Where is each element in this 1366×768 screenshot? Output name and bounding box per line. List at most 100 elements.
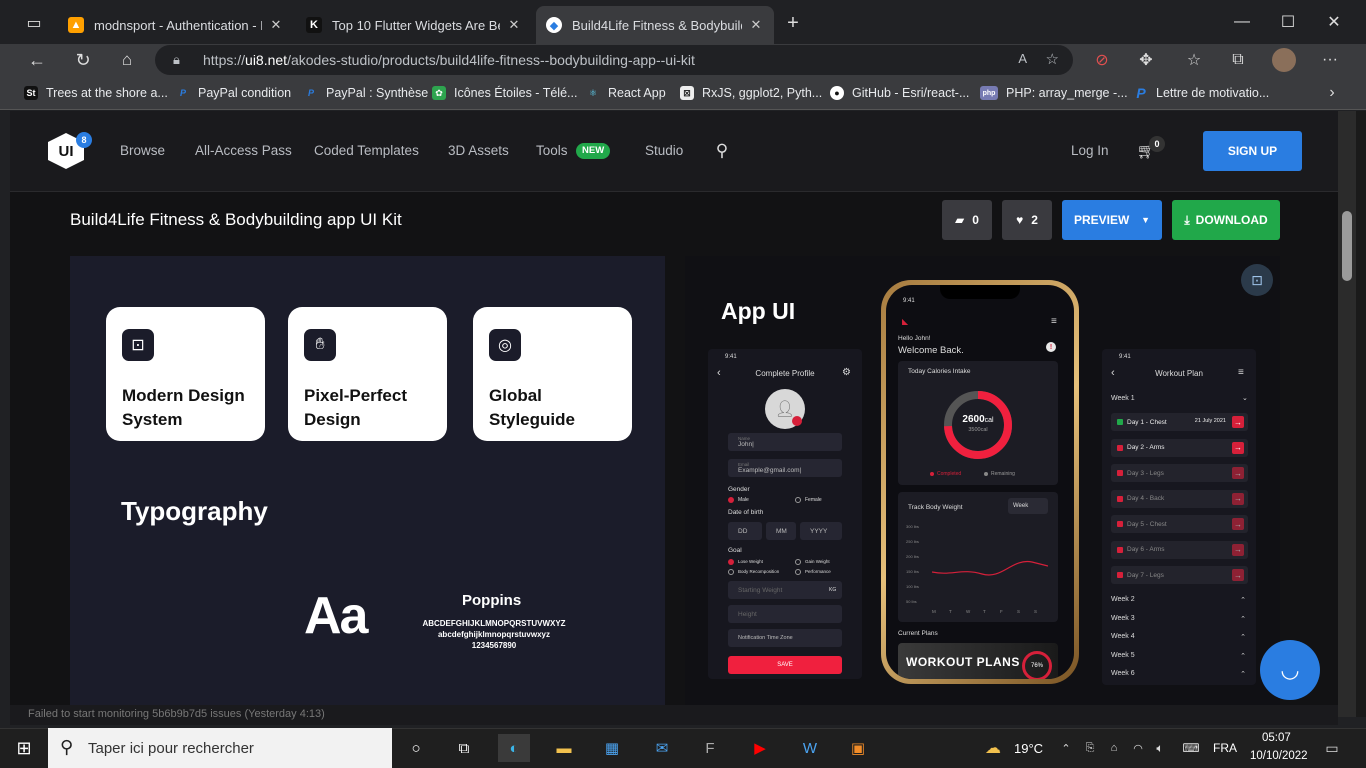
field-value: Example@gmail.com| (738, 467, 802, 474)
signup-button[interactable]: SIGN UP (1203, 131, 1302, 171)
like-button[interactable]: ♥ 2 (1002, 200, 1052, 240)
download-label: DOWNLOAD (1195, 213, 1268, 227)
blocked-icon[interactable]: ⊘ (1092, 50, 1112, 70)
dropdown-icon[interactable]: ▼ (1141, 215, 1150, 225)
tab-3-active[interactable]: ◆ Build4Life Fitness & Bodybuilding ✕ (536, 6, 774, 44)
preview-button[interactable]: PREVIEW ▼ (1062, 200, 1162, 240)
chat-icon[interactable]: ◡ (1260, 640, 1320, 700)
comments-button[interactable]: ▰ 0 (942, 200, 992, 240)
week-row: Week 3 ⌃ (1111, 615, 1248, 623)
bookmark-8[interactable]: php PHP: array_merge -... (980, 85, 1128, 101)
edge-icon[interactable]: ◐ (498, 734, 530, 762)
close-icon[interactable]: ✕ (506, 17, 522, 33)
week-select: Week (1008, 498, 1048, 514)
lbs-tick: 200 lbs (906, 554, 919, 559)
wifi-icon[interactable]: ◠ (1130, 740, 1146, 756)
tab-title: Top 10 Flutter Widgets Are Best (332, 17, 500, 33)
bookmark-2[interactable]: P PayPal condition (176, 85, 291, 101)
nav-browse[interactable]: Browse (120, 143, 165, 158)
nav-coded-templates[interactable]: Coded Templates (314, 143, 419, 158)
screen-title: Workout Plan (1155, 369, 1203, 378)
read-aloud-icon[interactable]: A (1018, 51, 1027, 66)
cortana-icon[interactable]: ○ (400, 734, 432, 762)
tab-2[interactable]: K Top 10 Flutter Widgets Are Best ✕ (296, 6, 532, 44)
store-icon[interactable]: ▦ (596, 734, 628, 762)
back-icon[interactable]: ← (26, 50, 48, 70)
close-icon[interactable]: ✕ (268, 17, 284, 33)
bookmark-7[interactable]: ● GitHub - Esri/react-... (830, 85, 969, 101)
close-window-icon[interactable]: ✕ (1324, 12, 1344, 32)
weather-icon[interactable]: ☁ (980, 738, 1006, 758)
nav-studio[interactable]: Studio (645, 143, 683, 158)
minimize-icon[interactable]: — (1232, 12, 1252, 32)
likes-count: 2 (1031, 213, 1038, 227)
youtube-icon[interactable]: ▶ (744, 734, 776, 762)
more-icon[interactable]: ··· (1320, 50, 1340, 70)
calories-card: Today Calories Intake 2600cal 3500cal Co… (898, 361, 1058, 485)
bookmark-4[interactable]: ✿ Icônes Étoiles - Télé... (432, 85, 577, 101)
file-explorer-icon[interactable]: ▬ (548, 734, 580, 762)
preview-label: PREVIEW (1074, 213, 1130, 227)
tray-icon[interactable]: ⎘ (1082, 740, 1098, 756)
app-w-icon[interactable]: W (794, 734, 826, 762)
download-button[interactable]: ⤓ DOWNLOAD (1172, 200, 1280, 240)
task-view-icon[interactable]: ⧉ (448, 734, 480, 762)
nav-3d-assets[interactable]: 3D Assets (448, 143, 509, 158)
gender-label: Gender (728, 486, 750, 493)
search-icon: ⚲ (60, 737, 74, 757)
paypal-icon: P (179, 88, 186, 98)
chevron-up-icon[interactable]: ⌃ (1058, 740, 1074, 756)
bookmark-label: RxJS, ggplot2, Pyth... (702, 86, 823, 100)
visual-search-icon[interactable]: ⊡ (1241, 264, 1273, 296)
bookmark-label: Lettre de motivatio... (1156, 86, 1270, 100)
favorites-icon[interactable]: ☆ (1184, 50, 1204, 70)
windows-start-icon[interactable]: ⊞ (8, 734, 40, 762)
new-tab-icon[interactable]: + (782, 12, 804, 34)
workout-day-row: Day 2 - Arms → (1111, 438, 1248, 457)
dd-select: DD (728, 522, 762, 540)
yyyy-select: YYYY (800, 522, 842, 540)
clock-date[interactable]: 10/10/2022 (1250, 750, 1308, 762)
scrollbar-thumb[interactable] (1342, 211, 1352, 281)
bookmark-9[interactable]: P Lettre de motivatio... (1134, 85, 1269, 101)
clock-time[interactable]: 05:07 (1262, 732, 1291, 744)
chevron-down-icon: ⌄ (1242, 395, 1248, 402)
maximize-icon[interactable]: ☐ (1278, 12, 1298, 32)
close-icon[interactable]: ✕ (748, 17, 764, 33)
login-link[interactable]: Log In (1071, 143, 1109, 158)
banner-progress: 76% (1022, 651, 1052, 679)
extensions-icon[interactable]: ✥ (1136, 50, 1156, 70)
mail-icon[interactable]: ✉ (646, 734, 678, 762)
chevron-right-icon[interactable]: › (1324, 84, 1340, 102)
taskbar-search[interactable]: ⚲ Taper ici pour rechercher (48, 728, 392, 768)
status-time: 9:41 (903, 298, 915, 304)
address-bar[interactable]: 🔒︎ https://ui8.net/akodes-studio/product… (155, 45, 1073, 75)
avatar[interactable] (1272, 48, 1296, 72)
refresh-icon[interactable]: ↻ (72, 50, 94, 70)
tab-actions-icon[interactable]: ▭ (24, 14, 44, 32)
day-tick: T (983, 609, 986, 614)
volume-icon[interactable]: 🔈︎ (1152, 740, 1168, 756)
home-icon[interactable]: ⌂ (116, 50, 138, 70)
menu-icon: ≡ (1238, 367, 1244, 378)
bookmark-1[interactable]: St Trees at the shore a... (24, 85, 168, 101)
bookmark-3[interactable]: P PayPal : Synthèse (304, 85, 428, 101)
keyboard-icon[interactable]: ⌨ (1180, 740, 1202, 756)
bookmark-6[interactable]: ⊠ RxJS, ggplot2, Pyth... (680, 85, 822, 101)
download-icon: ⤓ (1184, 212, 1190, 227)
language[interactable]: FRA (1213, 741, 1237, 755)
day-status-dot (1117, 470, 1123, 476)
scrollbar[interactable] (1338, 111, 1356, 717)
tab-1[interactable]: ▲ modnsport - Authentication - Fir ✕ (58, 6, 294, 44)
app-f-icon[interactable]: F (694, 734, 726, 762)
banner-title: WORKOUT PLANS (906, 655, 1020, 669)
media-icon[interactable]: ▣ (842, 734, 874, 762)
add-favorite-icon[interactable]: ☆ (1046, 50, 1059, 68)
bookmark-5[interactable]: ⚛ React App (586, 85, 666, 101)
collections-icon[interactable]: ⧉ (1228, 50, 1248, 70)
search-icon[interactable]: ⚲ (712, 141, 732, 161)
network-icon[interactable]: ⌂ (1106, 740, 1122, 756)
notification-icon[interactable]: ▭ (1322, 738, 1342, 758)
nav-all-access[interactable]: All-Access Pass (195, 143, 292, 158)
nav-tools[interactable]: Tools (536, 143, 568, 158)
